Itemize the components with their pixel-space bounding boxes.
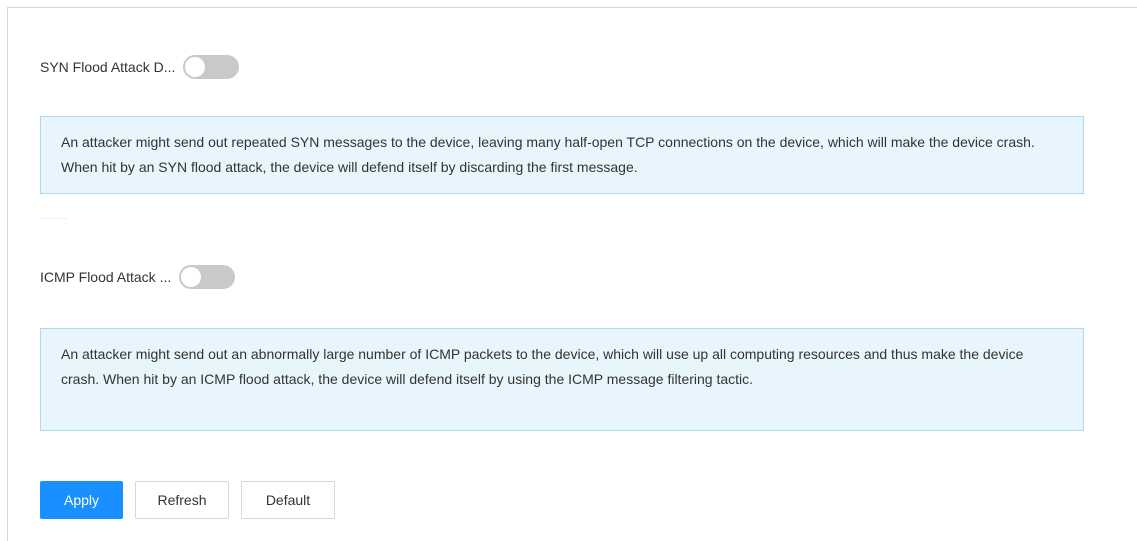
icmp-flood-description: An attacker might send out an abnormally…	[61, 346, 1024, 387]
icmp-flood-toggle-knob	[181, 267, 202, 287]
syn-flood-setting: SYN Flood Attack D...	[40, 55, 240, 79]
section-divider	[40, 218, 67, 219]
syn-flood-description: An attacker might send out repeated SYN …	[61, 134, 1035, 175]
panel-top-border	[7, 7, 1137, 8]
default-button[interactable]: Default	[241, 481, 335, 519]
panel-left-border	[7, 7, 8, 541]
icmp-flood-setting: ICMP Flood Attack ...	[40, 265, 236, 289]
syn-flood-label: SYN Flood Attack D...	[40, 59, 176, 75]
syn-flood-info-box: An attacker might send out repeated SYN …	[40, 116, 1084, 194]
syn-flood-toggle-knob	[185, 57, 206, 77]
icmp-flood-info-box: An attacker might send out an abnormally…	[40, 328, 1084, 431]
icmp-flood-toggle[interactable]	[179, 265, 236, 289]
apply-button[interactable]: Apply	[40, 481, 123, 519]
refresh-button[interactable]: Refresh	[135, 481, 229, 519]
syn-flood-toggle[interactable]	[183, 55, 240, 79]
icmp-flood-label: ICMP Flood Attack ...	[40, 269, 172, 285]
action-buttons: Apply Refresh Default	[40, 481, 347, 519]
